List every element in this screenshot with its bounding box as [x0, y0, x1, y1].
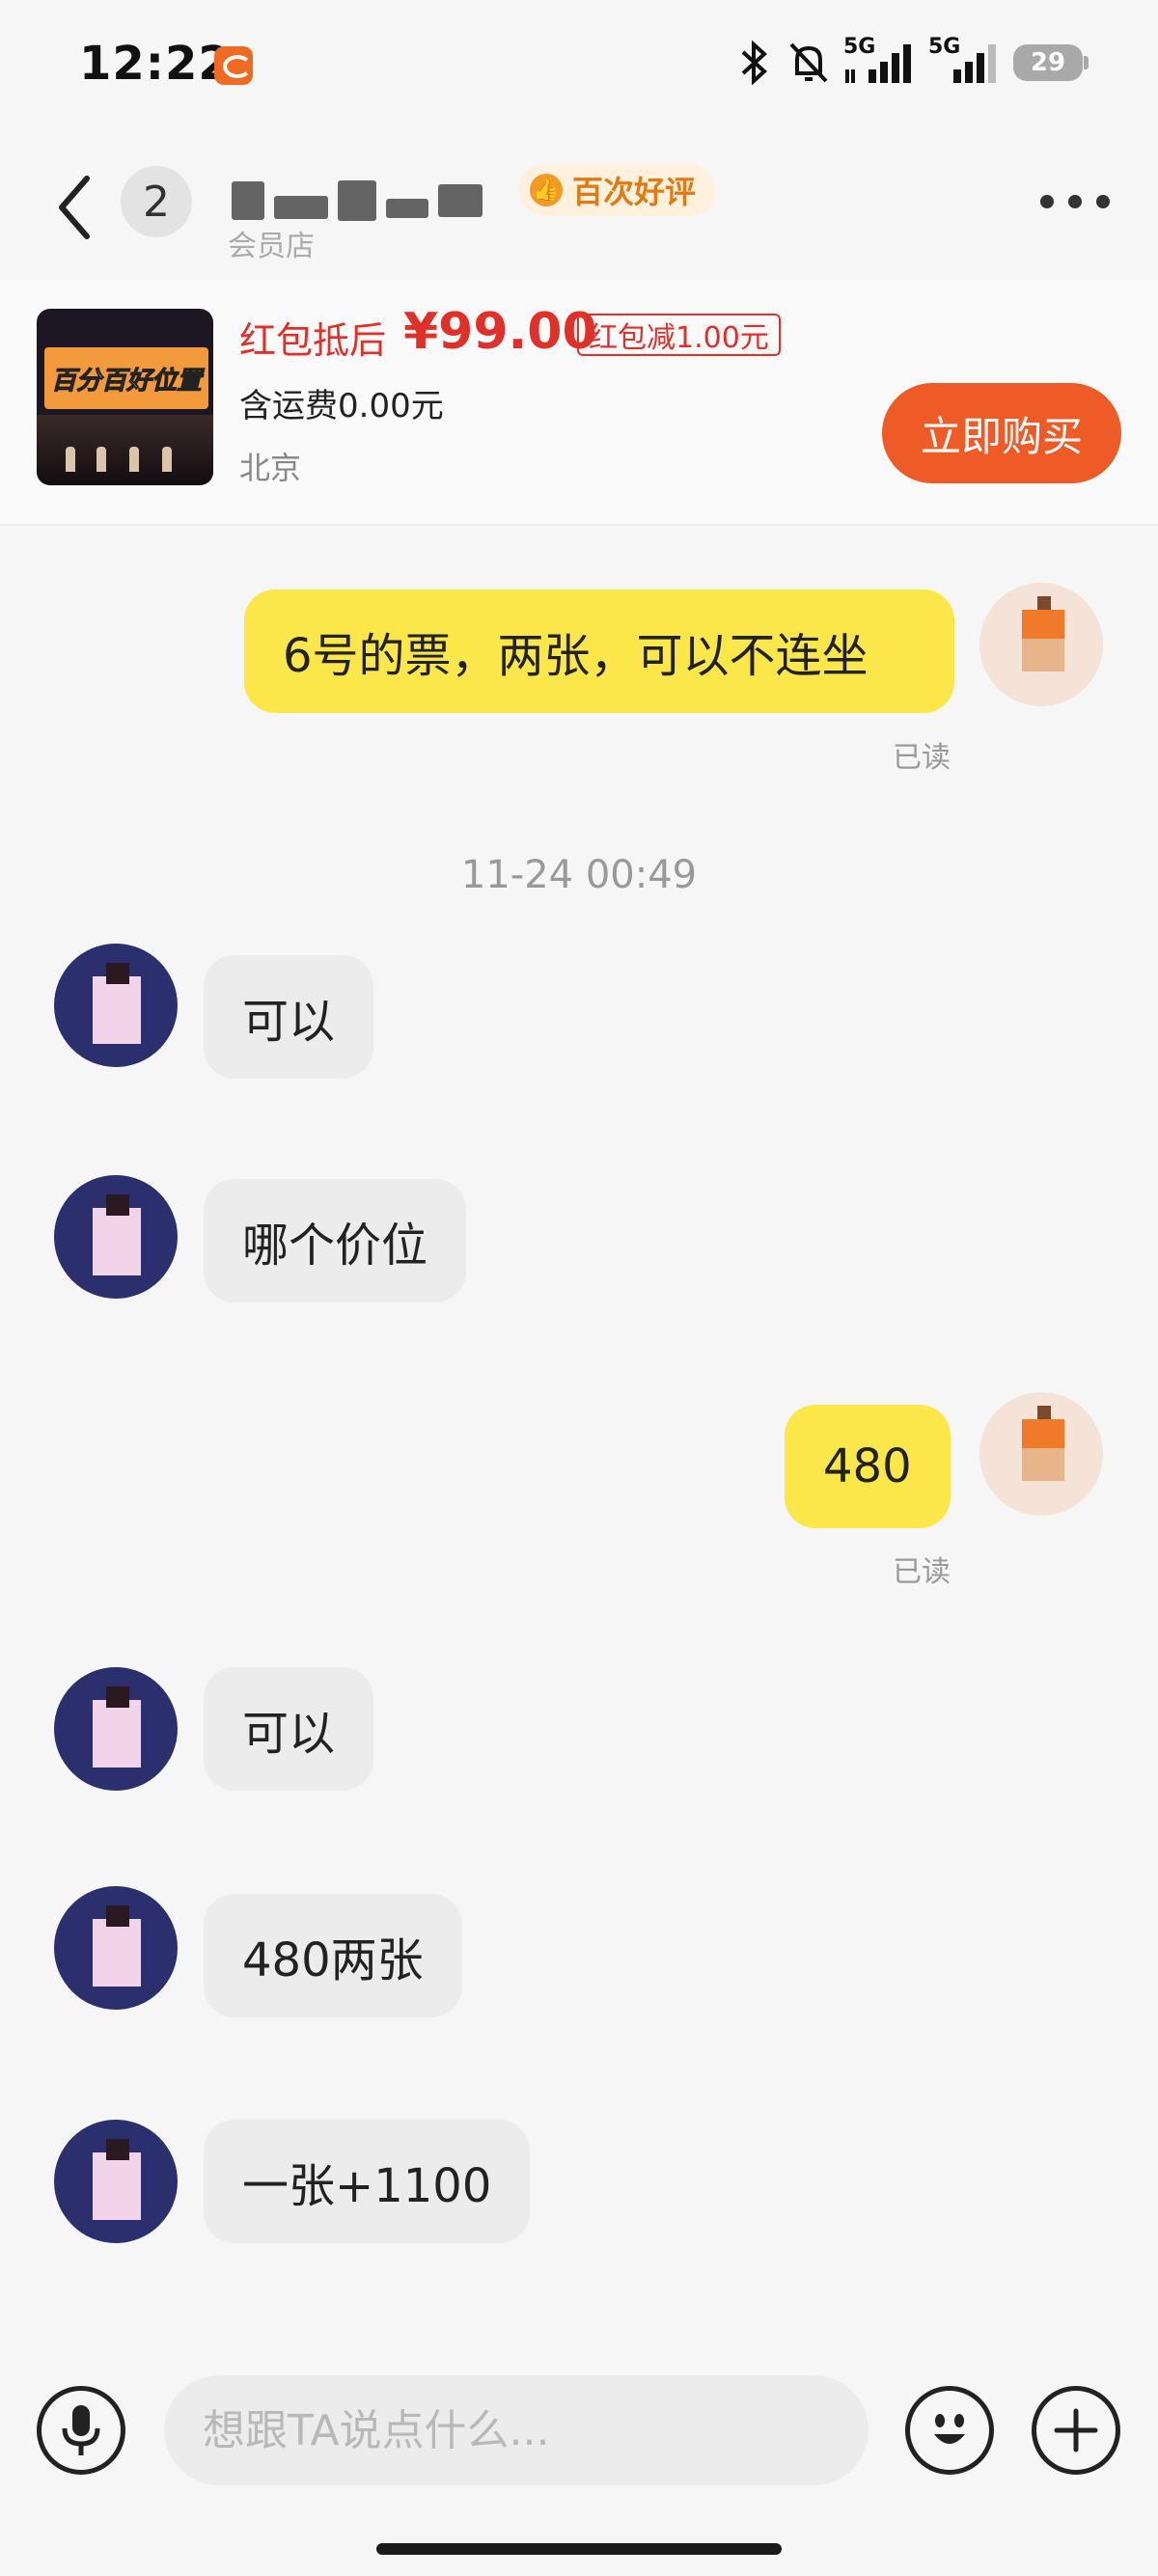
discount-tag: 红包减1.00元 — [577, 314, 781, 356]
bluetooth-icon — [741, 41, 767, 85]
shipping-info: 含运费0.00元 — [239, 387, 444, 425]
chevron-left-icon — [59, 176, 90, 239]
product-location: 北京 — [239, 450, 302, 486]
back-button[interactable] — [48, 169, 106, 246]
shop-name-redacted — [232, 172, 502, 230]
message-bubble-sent[interactable]: 480 — [785, 1405, 951, 1528]
battery-level: 29 — [1030, 48, 1066, 77]
price-label: 红包抵后 — [239, 319, 387, 362]
contact-avatar[interactable] — [54, 944, 178, 1067]
plus-icon — [1054, 2408, 1098, 2453]
chat-timestamp: 11-24 00:49 — [460, 853, 698, 897]
my-avatar[interactable] — [979, 583, 1103, 706]
mute-bell-icon — [789, 42, 828, 83]
emoji-icon — [934, 2414, 965, 2444]
buy-now-button[interactable]: 立即购买 — [882, 383, 1121, 483]
emoji-button[interactable] — [905, 2386, 994, 2475]
rating-badge: 👍 百次好评 — [518, 164, 716, 216]
unread-count-badge[interactable]: 2 — [121, 166, 192, 237]
status-icons: 5G 5G 29 — [735, 35, 1089, 87]
product-thumbnail[interactable]: 百分百好位置 — [37, 309, 213, 485]
message-bubble-received[interactable]: 可以 — [204, 955, 374, 1079]
message-bubble-received[interactable]: 一张+1100 — [204, 2120, 531, 2243]
rating-badge-label: 百次好评 — [572, 174, 697, 210]
thumb-stage-image — [37, 415, 213, 485]
thumb-caption: 百分百好位置 — [50, 366, 202, 396]
contact-avatar[interactable] — [54, 1667, 178, 1791]
voice-button[interactable] — [37, 2386, 125, 2475]
1688-app-icon — [214, 46, 253, 85]
status-time: 12:22 — [79, 37, 232, 91]
message-bubble-sent[interactable]: 6号的票，两张，可以不连坐 — [244, 589, 954, 713]
more-dots-icon — [1040, 195, 1054, 208]
contact-avatar[interactable] — [54, 2120, 178, 2243]
plus-button[interactable] — [1032, 2386, 1120, 2475]
my-avatar[interactable] — [979, 1392, 1103, 1516]
contact-avatar[interactable] — [54, 1175, 178, 1299]
message-input[interactable] — [164, 2375, 868, 2485]
more-options-button[interactable] — [1040, 189, 1110, 214]
message-bubble-received[interactable]: 480两张 — [204, 1894, 462, 2017]
battery-icon: 29 — [1013, 44, 1089, 81]
signal-icon-1: 5G — [843, 35, 915, 85]
thumbs-up-icon: 👍 — [530, 174, 563, 206]
shop-subtitle: 会员店 — [228, 230, 315, 263]
microphone-icon — [62, 2405, 100, 2455]
contact-avatar[interactable] — [54, 1886, 178, 2010]
thumb-banner: 百分百好位置 — [44, 347, 208, 409]
read-receipt: 已读 — [893, 1555, 951, 1589]
signal-icon-2: 5G — [928, 35, 1000, 85]
message-bubble-received[interactable]: 哪个价位 — [204, 1179, 467, 1302]
read-receipt: 已读 — [893, 741, 951, 775]
message-bubble-received[interactable]: 可以 — [204, 1667, 374, 1791]
home-indicator[interactable] — [376, 2543, 782, 2555]
product-price: ¥99.00 — [403, 303, 597, 361]
